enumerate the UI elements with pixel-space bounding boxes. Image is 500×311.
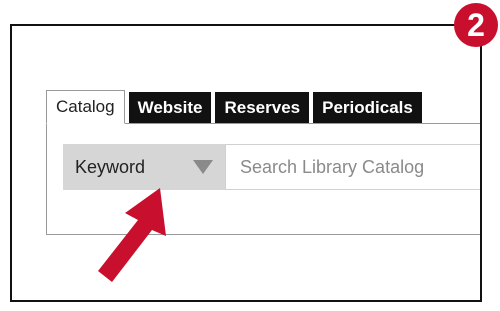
screenshot-frame: Catalog Website Reserves Periodicals Key… xyxy=(10,24,482,302)
search-scope-value: Keyword xyxy=(75,156,146,177)
chevron-down-icon xyxy=(193,160,213,174)
tab-reserves[interactable]: Reserves xyxy=(215,92,310,124)
search-input[interactable] xyxy=(225,144,482,190)
tab-periodicals[interactable]: Periodicals xyxy=(313,92,422,124)
tab-catalog[interactable]: Catalog xyxy=(46,90,125,124)
tab-website[interactable]: Website xyxy=(128,92,212,124)
step-number-badge: 2 xyxy=(454,3,498,47)
arrow-pointer-icon xyxy=(98,188,166,282)
frame-right-border xyxy=(480,24,482,302)
search-tabs: Catalog Website Reserves Periodicals xyxy=(46,90,426,124)
